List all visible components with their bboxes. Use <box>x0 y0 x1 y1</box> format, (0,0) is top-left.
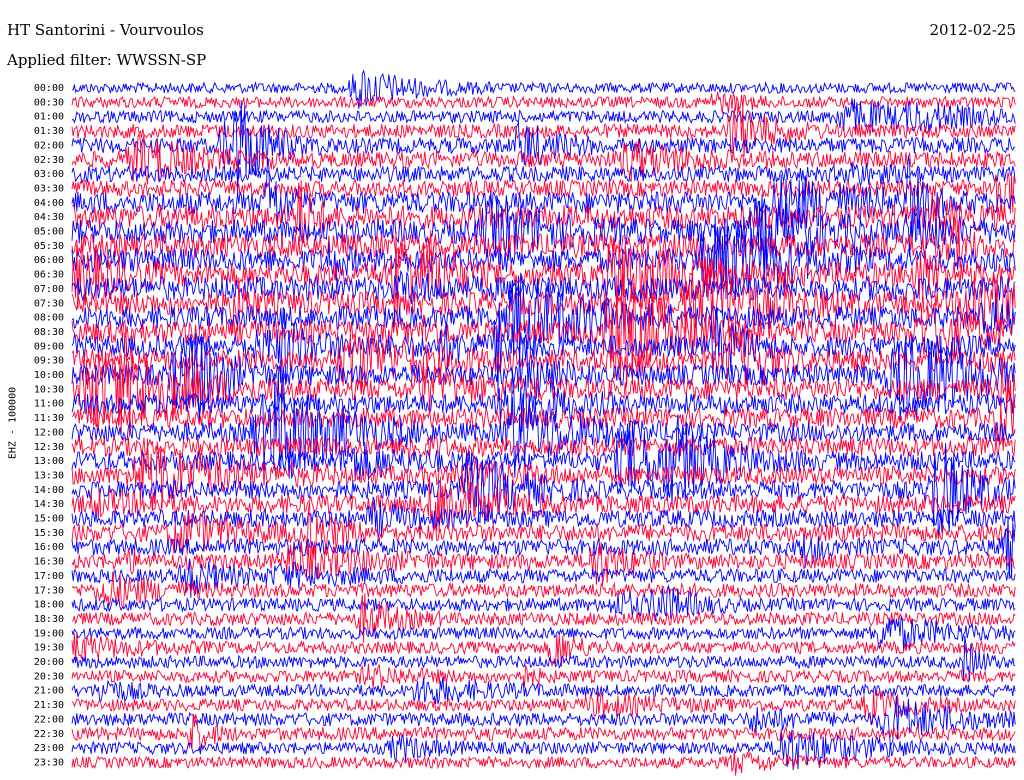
time-tick-label: 02:30 <box>34 155 64 166</box>
time-tick-label: 08:30 <box>34 327 64 338</box>
time-tick-label: 15:30 <box>34 528 64 539</box>
time-tick-label: 01:00 <box>34 112 64 123</box>
time-tick-label: 12:00 <box>34 427 64 438</box>
trace-line-2230 <box>71 713 1016 752</box>
time-tick-label: 23:00 <box>34 743 64 754</box>
time-tick-label: 17:30 <box>34 585 64 596</box>
trace-line-2330 <box>71 750 1016 776</box>
time-tick-label: 12:30 <box>34 442 64 453</box>
time-tick-label: 14:30 <box>34 499 64 510</box>
time-tick-label: 13:30 <box>34 470 64 481</box>
time-tick-label: 20:30 <box>34 671 64 682</box>
helicorder-plot: 00:00 00:30 01:00 01:30 02:00 02:30 03:00 03:30… <box>34 69 1016 776</box>
time-tick-label: 11:00 <box>34 399 64 410</box>
trace-group <box>71 69 1016 776</box>
time-tick-label: 10:30 <box>34 384 64 395</box>
time-tick-label: 08:00 <box>34 313 64 324</box>
time-tick-label: 06:30 <box>34 270 64 281</box>
time-tick-label: 21:00 <box>34 686 64 697</box>
time-tick-label: 05:30 <box>34 241 64 252</box>
time-tick-label: 22:00 <box>34 714 64 725</box>
trace-line-0100 <box>71 98 1016 133</box>
time-tick-label: 13:00 <box>34 456 64 467</box>
time-tick-label: 05:00 <box>34 227 64 238</box>
time-tick-label: 14:00 <box>34 485 64 496</box>
time-tick-label: 07:30 <box>34 298 64 309</box>
time-tick-label: 04:00 <box>34 198 64 209</box>
time-tick-label: 09:00 <box>34 341 64 352</box>
time-tick-label: 01:30 <box>34 126 64 137</box>
time-tick-label: 19:30 <box>34 643 64 654</box>
time-tick-label: 18:30 <box>34 614 64 625</box>
time-tick-label: 00:30 <box>34 97 64 108</box>
time-tick-label: 07:00 <box>34 284 64 295</box>
time-tick-label: 23:30 <box>34 757 64 768</box>
time-tick-label: 03:00 <box>34 169 64 180</box>
time-tick-label: 00:00 <box>34 83 64 94</box>
time-tick-label: 17:00 <box>34 571 64 582</box>
time-label-group: 00:00 00:30 01:00 01:30 02:00 02:30 03:00 03:30… <box>34 83 64 768</box>
trace-line-1800 <box>71 584 1016 622</box>
time-tick-label: 22:30 <box>34 729 64 740</box>
time-tick-label: 16:00 <box>34 542 64 553</box>
time-tick-label: 20:00 <box>34 657 64 668</box>
time-tick-label: 19:00 <box>34 628 64 639</box>
time-tick-label: 18:00 <box>34 600 64 611</box>
time-tick-label: 16:30 <box>34 557 64 568</box>
time-tick-label: 04:30 <box>34 212 64 223</box>
time-tick-label: 09:30 <box>34 356 64 367</box>
trace-line-1500 <box>71 496 1016 538</box>
time-tick-label: 02:00 <box>34 140 64 151</box>
time-tick-label: 11:30 <box>34 413 64 424</box>
trace-line-0000 <box>71 69 1016 109</box>
time-tick-label: 10:00 <box>34 370 64 381</box>
time-tick-label: 15:00 <box>34 514 64 525</box>
time-tick-label: 06:00 <box>34 255 64 266</box>
time-tick-label: 21:30 <box>34 700 64 711</box>
time-tick-label: 03:30 <box>34 183 64 194</box>
trace-line-2030 <box>71 663 1016 689</box>
